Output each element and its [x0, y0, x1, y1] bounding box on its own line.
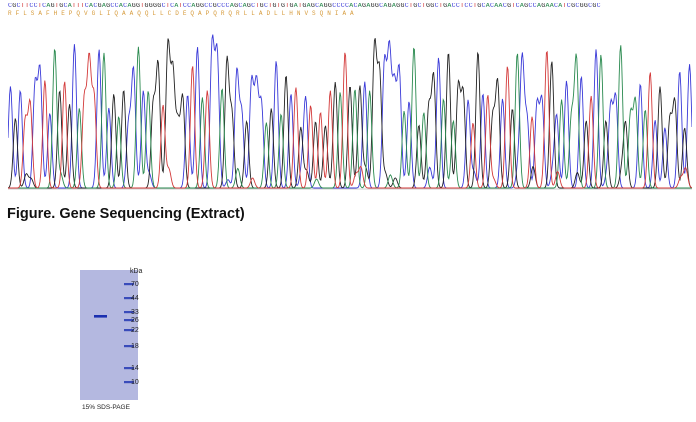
marker-label: 70: [131, 281, 139, 288]
amino-acid-sequence: R F L S A F H E P Q V G L I Q A A Q Q L …: [8, 10, 354, 17]
marker-label: 14: [131, 365, 139, 372]
dna-sequence-text: CGCTTCCTCAGTGCATTTCACGAGCCACAGGTGGGGCTCA…: [8, 3, 601, 9]
marker-label: 26: [131, 317, 139, 324]
kda-unit-label: kDa: [130, 268, 143, 275]
marker-label: 33: [131, 309, 139, 316]
marker-label: 18: [131, 343, 139, 350]
marker-label: 22: [131, 327, 139, 334]
sample-band: [94, 315, 107, 318]
sds-page-gel-figure: kDa 70 44 33 26 22 18 14 10 15% SDS-PAGE: [70, 262, 170, 418]
marker-label: 44: [131, 295, 139, 302]
marker-label: 10: [131, 379, 139, 386]
gel-image: [80, 270, 138, 400]
gel-caption: 15% SDS-PAGE: [82, 404, 130, 411]
sequencing-chromatogram: [8, 34, 692, 190]
gel-background: [80, 270, 138, 400]
figure-caption: Figure. Gene Sequencing (Extract): [7, 206, 245, 222]
